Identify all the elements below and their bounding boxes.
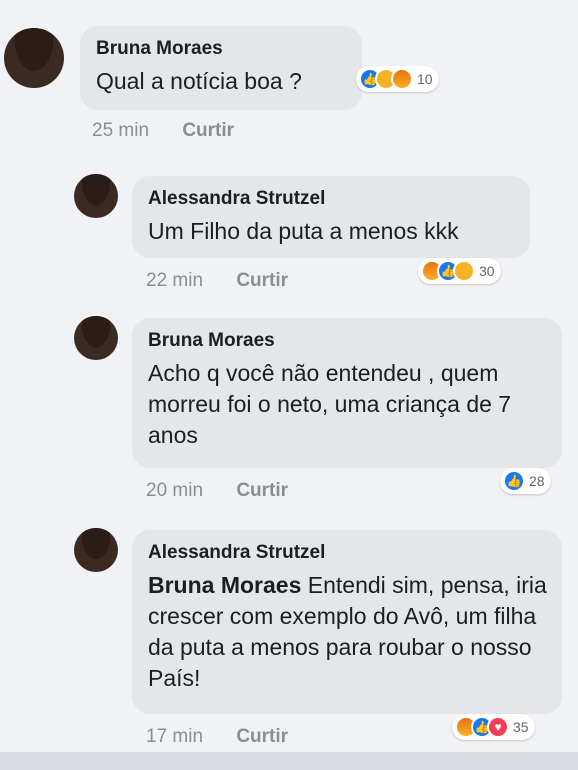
comment-time[interactable]: 17 min [146, 726, 203, 747]
divider [0, 752, 578, 770]
comment-text: Bruna Moraes Entendi sim, pensa, iria cr… [148, 570, 548, 694]
comment-meta: 17 min Curtir [146, 726, 288, 748]
like-link[interactable]: Curtir [236, 726, 288, 747]
like-icon: 👍 [503, 470, 525, 492]
like-link[interactable]: Curtir [236, 480, 288, 501]
reaction-summary[interactable]: 👍 10 [356, 66, 439, 92]
comment-text: Acho q você não entendeu , quem morreu f… [148, 360, 512, 448]
reaction-summary[interactable]: 👍 ♥ 35 [452, 714, 535, 740]
comment-meta: 20 min Curtir [146, 480, 288, 502]
comment-time[interactable]: 25 min [92, 120, 149, 141]
reaction-summary[interactable]: 👍 30 [418, 258, 501, 284]
like-link[interactable]: Curtir [182, 120, 234, 141]
comment-author[interactable]: Bruna Moraes [96, 38, 346, 60]
avatar[interactable] [74, 316, 118, 360]
reaction-summary[interactable]: 👍 28 [500, 468, 551, 494]
comment-time[interactable]: 22 min [146, 270, 203, 291]
reaction-count: 28 [529, 473, 545, 489]
comment-bubble: Alessandra Strutzel Bruna Moraes Entendi… [132, 530, 562, 714]
comment-bubble: Alessandra Strutzel Um Filho da puta a m… [132, 176, 530, 258]
sad-icon [453, 260, 475, 282]
comment-bubble: Bruna Moraes Qual a notícia boa ? [80, 26, 362, 110]
comment-author[interactable]: Bruna Moraes [148, 330, 546, 352]
reaction-count: 30 [479, 263, 495, 279]
comment-text: Qual a notícia boa ? [96, 68, 302, 94]
comment-time[interactable]: 20 min [146, 480, 203, 501]
comment-meta: 22 min Curtir [146, 270, 288, 292]
avatar[interactable] [74, 174, 118, 218]
avatar[interactable] [4, 28, 64, 88]
love-icon: ♥ [487, 716, 509, 738]
comment-author[interactable]: Alessandra Strutzel [148, 188, 514, 210]
angry-icon [391, 68, 413, 90]
comment-author[interactable]: Alessandra Strutzel [148, 542, 546, 564]
avatar[interactable] [74, 528, 118, 572]
comment-bubble: Bruna Moraes Acho q você não entendeu , … [132, 318, 562, 468]
comment-meta: 25 min Curtir [92, 120, 234, 142]
comment-text: Um Filho da puta a menos kkk [148, 218, 459, 244]
like-link[interactable]: Curtir [236, 270, 288, 291]
reaction-count: 10 [417, 71, 433, 87]
reaction-count: 35 [513, 719, 529, 735]
comment-thread: Bruna Moraes Qual a notícia boa ? 👍 10 2… [0, 0, 578, 770]
mention-link[interactable]: Bruna Moraes [148, 572, 301, 598]
